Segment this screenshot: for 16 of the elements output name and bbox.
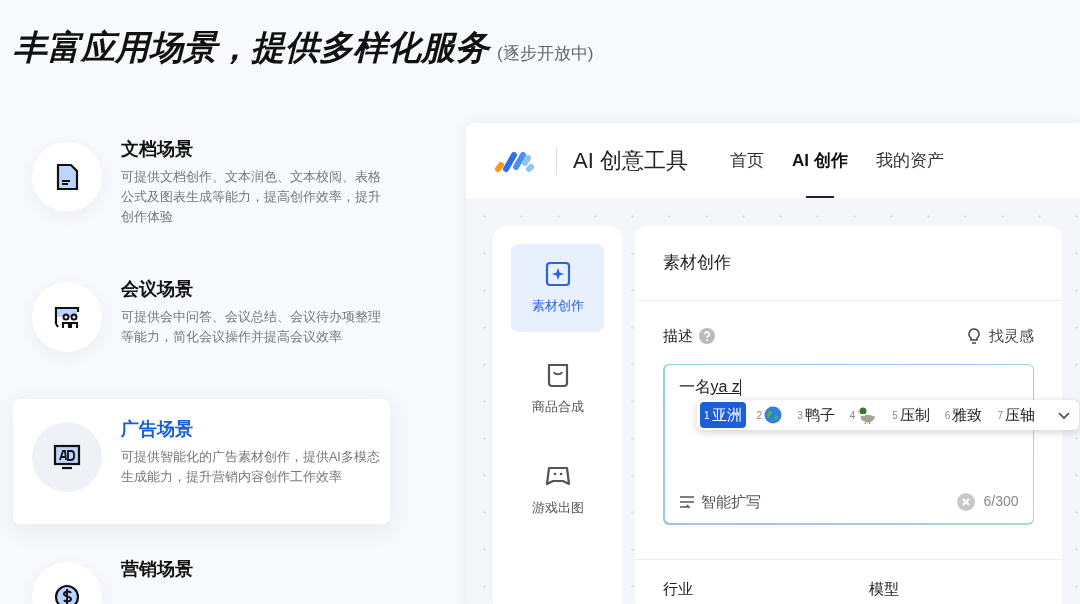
panel-title: 素材创作 (663, 252, 731, 275)
scene-title: 广告场景 (121, 418, 194, 441)
page-heading: 丰富应用场景，提供多样化服务 (13, 30, 489, 64)
scene-description: 可提供会中问答、会议总结、会议待办项整理等能力，简化会议操作并提高会议效率 (121, 309, 382, 346)
scene-title: 会议场景 (121, 278, 194, 301)
field-label: 行业 (663, 578, 693, 599)
app-title: AI 创意工具 (573, 147, 688, 175)
scene-title: 文档场景 (121, 138, 194, 161)
field-label: 模型 (869, 578, 899, 599)
scene-description: 可提供智能化的广告素材创作，提供AI多模态生成能力，提升营销内容创作工作效率 (121, 449, 381, 486)
input-text: 一名ya z (678, 378, 740, 395)
heading-note: (逐步开放中) (497, 45, 594, 62)
character-counter: 6/300 (983, 492, 1019, 512)
scene-description: 可提供文档创作、文本润色、文本校阅、表格公式及图表生成等能力，提高创作效率，提升创作体验 (121, 169, 382, 226)
scene-title: 营销场景 (121, 558, 193, 581)
field-label: 描述 (663, 326, 693, 346)
